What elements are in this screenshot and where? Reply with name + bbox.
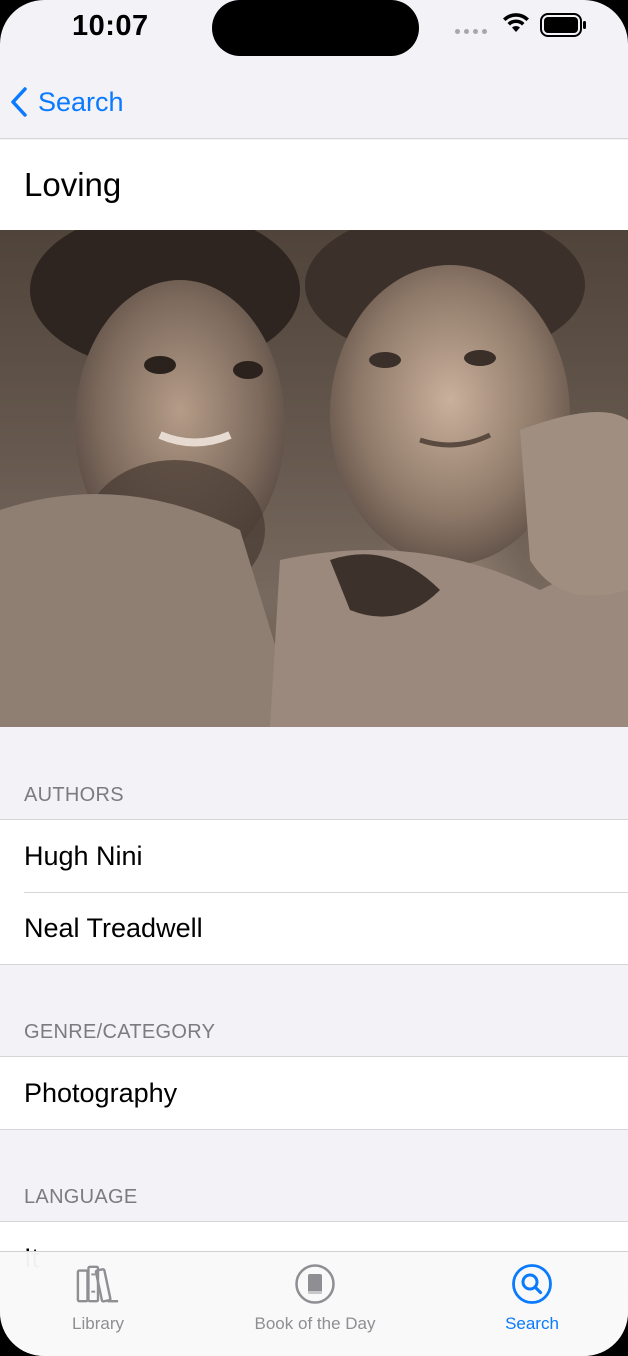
app-screen: 10:07 Search Loving AUTHORS Hugh Nini Ne… xyxy=(0,0,628,1356)
author-row[interactable]: Hugh Nini xyxy=(0,820,628,892)
back-button-label: Search xyxy=(38,86,124,117)
book-title: Loving xyxy=(24,166,122,203)
genre-section-header: GENRE/CATEGORY xyxy=(24,1021,216,1043)
tab-library-label: Library xyxy=(72,1314,124,1333)
tab-library[interactable]: Library xyxy=(0,1262,198,1342)
tab-book-of-the-day-label: Book of the Day xyxy=(254,1314,376,1333)
book-cover-image xyxy=(0,230,628,727)
search-circle-icon xyxy=(510,1262,554,1306)
cover-photo-illustration xyxy=(0,230,628,727)
books-icon xyxy=(76,1262,120,1306)
status-bar: 10:07 xyxy=(0,0,628,62)
wifi-icon xyxy=(503,13,529,32)
book-title-row: Loving xyxy=(0,140,628,230)
genre-row[interactable]: Photography xyxy=(0,1057,628,1129)
genre-list: Photography xyxy=(0,1056,628,1130)
authors-section-header: AUTHORS xyxy=(24,784,124,806)
tab-bar: Library Book of the Day Search xyxy=(0,1251,628,1356)
chevron-left-icon xyxy=(4,82,34,122)
cellular-signal-icon xyxy=(455,29,487,34)
authors-list: Hugh Nini Neal Treadwell xyxy=(0,819,628,965)
book-circle-icon xyxy=(293,1262,337,1306)
tab-search-label: Search xyxy=(505,1314,559,1333)
status-time: 10:07 xyxy=(72,10,149,42)
dynamic-island xyxy=(212,0,419,56)
tab-search[interactable]: Search xyxy=(432,1262,628,1342)
navigation-bar: Search xyxy=(0,62,628,139)
tab-book-of-the-day[interactable]: Book of the Day xyxy=(215,1262,415,1342)
author-row[interactable]: Neal Treadwell xyxy=(0,892,628,964)
language-section-header: LANGUAGE xyxy=(24,1186,138,1208)
battery-icon xyxy=(540,13,586,37)
back-button[interactable]: Search xyxy=(4,82,124,122)
